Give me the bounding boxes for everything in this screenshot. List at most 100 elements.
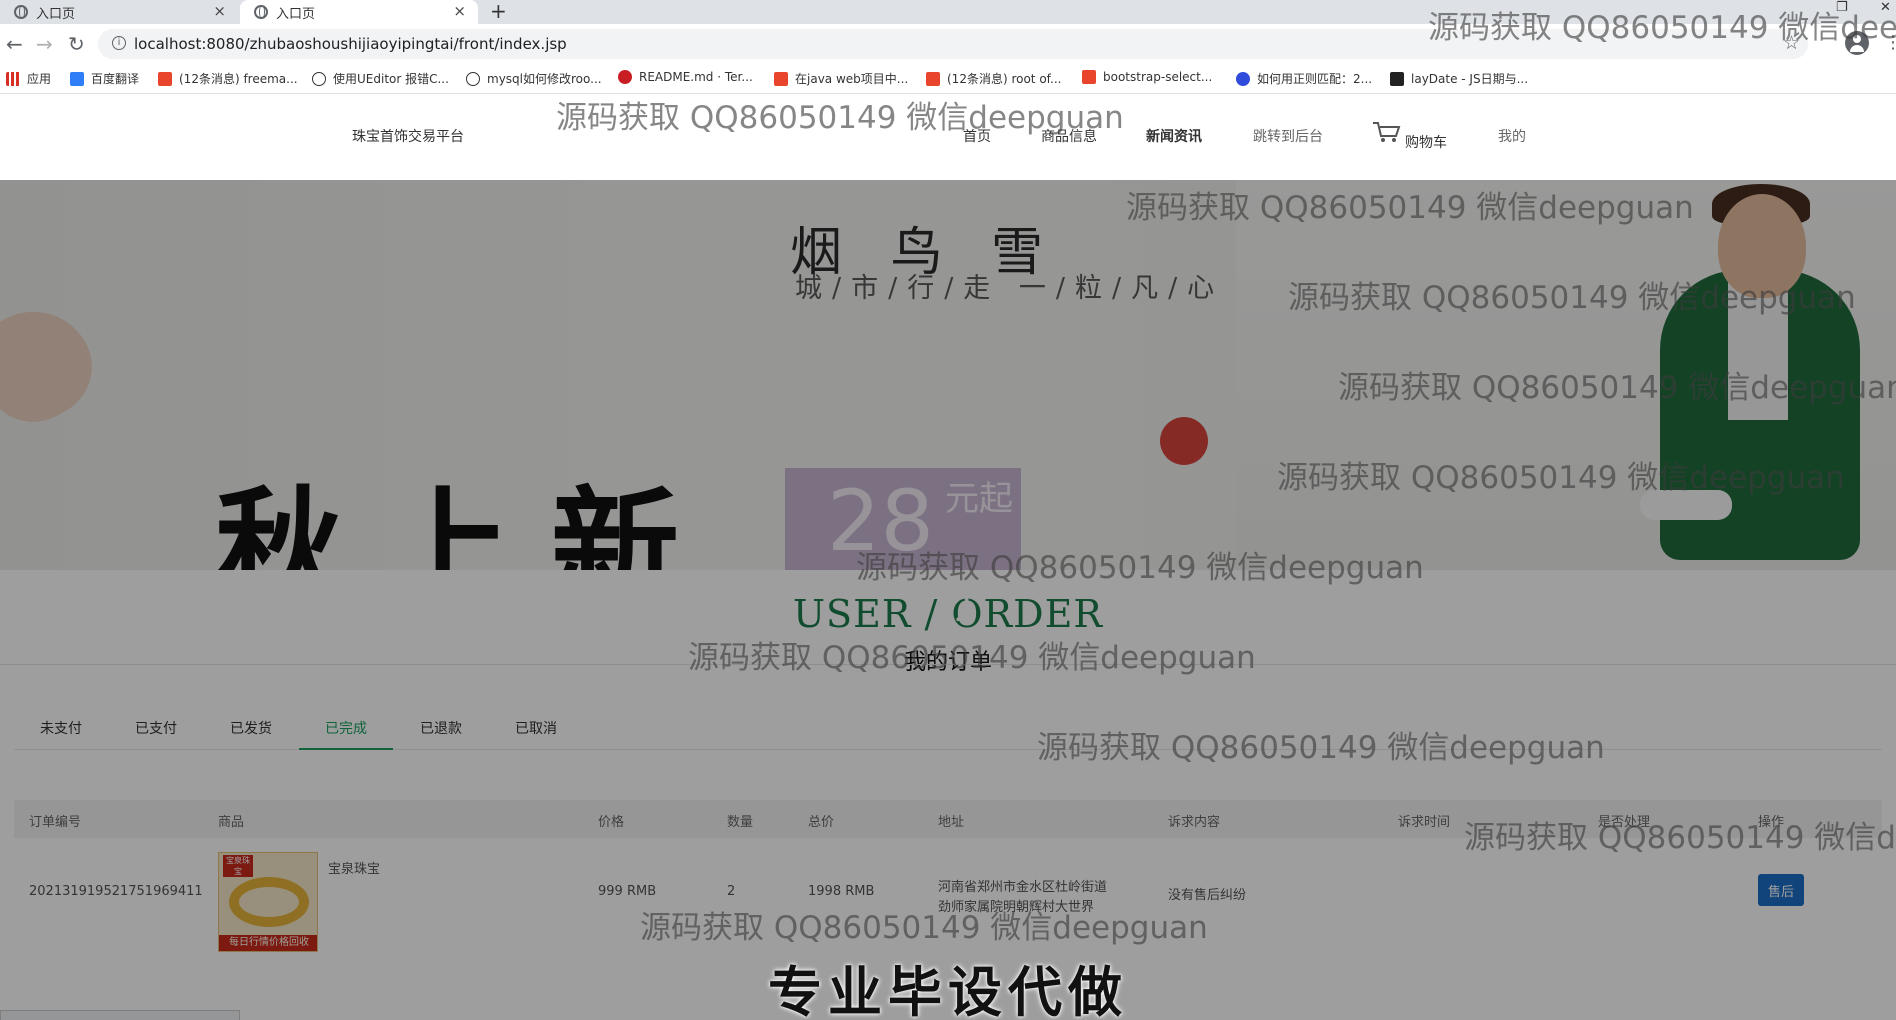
apps-grid-icon <box>6 71 20 86</box>
col-action: 操作 <box>1758 815 1785 830</box>
table-row: 20213191952175196941​1 宝泉珠宝 每日行情价格回收 宝泉珠… <box>14 838 1882 952</box>
nav-mine[interactable]: 我的 <box>1498 126 1526 146</box>
price-badge: 28 元起 <box>785 468 1021 570</box>
csdn-icon <box>774 71 788 86</box>
product-image-tag: 宝泉珠宝 <box>223 855 253 877</box>
bookmark-apps[interactable]: 应用 <box>6 70 51 87</box>
col-address: 地址 <box>938 815 965 830</box>
cart-icon[interactable] <box>1372 120 1402 144</box>
table-header: 订单编号 商品 价格 数量 总价 地址 诉求内容 诉求时间 是否处理 操作 <box>14 800 1882 838</box>
site-icon <box>312 71 326 86</box>
bookmark-item[interactable]: bootstrap-select... <box>1082 70 1212 84</box>
nav-news[interactable]: 新闻资讯 <box>1146 126 1202 146</box>
status-bar <box>0 1010 240 1020</box>
site-header: 珠宝首饰交易平台 首页 商品信息 新闻资讯 跳转到后台 购物车 我的 <box>0 94 1896 180</box>
product-image[interactable]: 宝泉珠宝 每日行情价格回收 <box>218 852 318 952</box>
bookmark-item[interactable]: 在java web项目中... <box>774 70 908 87</box>
globe-icon <box>254 5 268 19</box>
hero-big-text: 秋上新 <box>215 474 720 570</box>
site-brand[interactable]: 珠宝首饰交易平台 <box>352 126 464 146</box>
laydate-icon <box>1390 71 1404 86</box>
loading-spinner-icon <box>938 590 970 622</box>
tab-title: 入口页 <box>36 6 76 22</box>
nav-home[interactable]: 首页 <box>963 126 991 146</box>
section-title-cn: 我的订单 <box>903 650 992 675</box>
bracelet-image <box>229 877 309 927</box>
cell-address: 河南省郑州市金水区杜岭街道劲师家属院明朝辉村大世界 <box>938 880 1108 915</box>
close-tab-icon[interactable]: × <box>453 2 466 20</box>
tab-completed[interactable]: 已完成 <box>299 718 393 738</box>
active-tab-underline <box>299 748 393 750</box>
col-handled: 是否处理 <box>1598 815 1651 830</box>
menu-icon[interactable]: ⋮ <box>1884 32 1896 53</box>
col-appeal: 诉求内容 <box>1168 815 1221 830</box>
csdn-icon <box>158 71 172 86</box>
globe-icon <box>14 5 28 19</box>
col-product: 商品 <box>218 815 245 830</box>
after-sales-button[interactable]: 售后 <box>1758 874 1804 906</box>
model-shirt <box>1728 280 1788 420</box>
site-icon <box>466 71 480 86</box>
gitee-icon <box>618 70 632 84</box>
order-section: USER / ORDER 我的订单 未支付 已支付 已发货 已完成 已退款 已取… <box>0 570 1896 1020</box>
hero-banner[interactable]: 烟 鸟 雪 城/市/行/走 一/粒/凡/心 秋上新 28 元起 <box>0 180 1896 570</box>
bookmark-item[interactable]: README.md · Ter... <box>618 70 753 84</box>
url-text[interactable]: localhost:8080/zhubaoshoushijiaoyipingta… <box>134 35 567 53</box>
bookmark-item[interactable]: 百度翻译 <box>70 70 139 87</box>
browser-tab-1[interactable]: 入口页 × <box>0 0 238 24</box>
browser-tab-2[interactable]: 入口页 × <box>240 0 478 24</box>
bookmarks-bar: 应用 百度翻译 (12条消息) freema... 使用UEditor 报错C.… <box>0 64 1896 94</box>
tab-paid[interactable]: 已支付 <box>109 718 203 738</box>
bookmark-star-icon[interactable]: ☆ <box>1783 32 1800 54</box>
new-tab-icon[interactable]: + <box>490 0 507 22</box>
bookmark-item[interactable]: 如何用正则匹配：2... <box>1236 70 1372 87</box>
order-status-tabs: 未支付 已支付 已发货 已完成 已退款 已取消 <box>14 706 1882 750</box>
cell-qty: 2 <box>727 884 736 899</box>
translate-icon <box>70 71 84 86</box>
restore-window-icon[interactable]: ❐ <box>1836 0 1848 15</box>
url-field[interactable]: i localhost:8080/zhubaoshoushijiaoyiping… <box>98 29 1808 59</box>
tab-unpaid[interactable]: 未支付 <box>14 718 108 738</box>
cell-price: 999 RMB <box>598 884 657 899</box>
col-appeal-time: 诉求时间 <box>1398 815 1451 830</box>
price-unit: 元起 <box>945 479 1013 519</box>
info-icon[interactable]: i <box>112 36 126 50</box>
cell-total: 1998 RMB <box>808 884 875 899</box>
bookmark-item[interactable]: layDate - JS日期与... <box>1390 70 1528 87</box>
col-price: 价格 <box>598 815 625 830</box>
cell-product-name[interactable]: 宝泉珠宝 <box>328 858 380 877</box>
page-root: 入口页 × 入口页 × + ❐ ✕ ← → ↻ i localhost:8080… <box>0 0 1896 1020</box>
bookmark-item[interactable]: 使用UEditor 报错C... <box>312 70 449 87</box>
cell-appeal: 没有售后纠纷 <box>1168 888 1247 903</box>
tab-shipped[interactable]: 已发货 <box>204 718 298 738</box>
col-total: 总价 <box>808 815 835 830</box>
tab-refunded[interactable]: 已退款 <box>394 718 488 738</box>
cursor-highlight <box>1160 417 1208 465</box>
product-image-banner: 每日行情价格回收 <box>219 935 317 951</box>
nav-admin[interactable]: 跳转到后台 <box>1253 126 1323 146</box>
tab-cancelled[interactable]: 已取消 <box>489 718 583 738</box>
nav-products[interactable]: 商品信息 <box>1041 126 1097 146</box>
model-shoe <box>1640 490 1732 520</box>
cell-order-no: 20213191952175196941​1 <box>29 884 203 899</box>
site-icon <box>1082 70 1096 84</box>
model-head <box>1718 194 1806 298</box>
section-divider <box>0 664 1896 665</box>
account-icon[interactable] <box>1845 31 1869 55</box>
back-icon[interactable]: ← <box>6 32 23 56</box>
baidu-paw-icon <box>1236 71 1250 86</box>
price-value: 28 <box>827 472 934 570</box>
close-tab-icon[interactable]: × <box>213 2 226 20</box>
bookmark-item[interactable]: (12条消息) freema... <box>158 70 298 87</box>
browser-address-bar: ← → ↻ i localhost:8080/zhubaoshoushijiao… <box>0 24 1896 64</box>
forward-icon[interactable]: → <box>36 32 53 56</box>
tab-title: 入口页 <box>276 6 316 22</box>
col-qty: 数量 <box>727 815 754 830</box>
col-order-no: 订单编号 <box>29 815 82 830</box>
hero-brand-slogan: 城/市/行/走 一/粒/凡/心 <box>795 273 1225 304</box>
bookmark-item[interactable]: mysql如何修改roo... <box>466 70 602 87</box>
bookmark-item[interactable]: (12条消息) root of... <box>926 70 1061 87</box>
nav-cart[interactable]: 购物车 <box>1405 132 1447 152</box>
close-window-icon[interactable]: ✕ <box>1880 0 1891 15</box>
reload-icon[interactable]: ↻ <box>68 32 85 56</box>
